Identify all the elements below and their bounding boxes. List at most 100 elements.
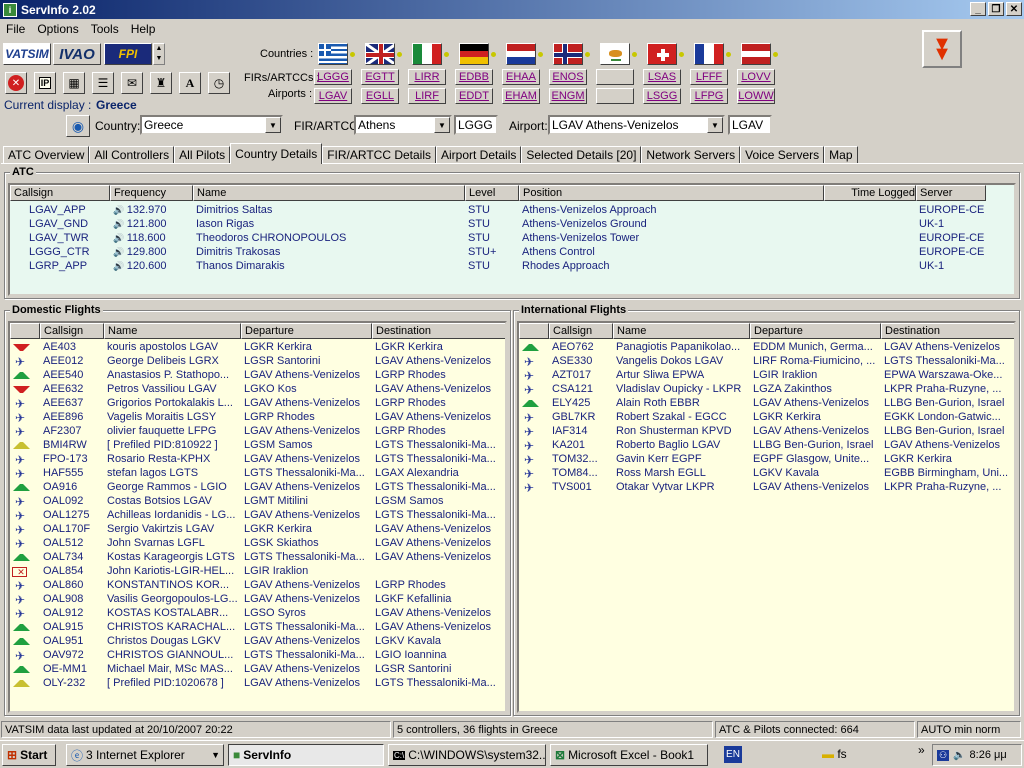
tab-all-controllers[interactable]: All Controllers (89, 146, 175, 164)
table-row[interactable]: ✈ OAL912 KOSTAS KOSTALABR... LGSO Syros LGAV… (10, 607, 505, 621)
speaker-icon[interactable]: 🔊 (113, 247, 127, 257)
start-button[interactable]: ⊞ Start (2, 744, 56, 766)
table-row[interactable]: ✕ OAL854 John Kariotis-LGIR-HEL... LGIR Ira… (10, 565, 505, 579)
table-row[interactable]: OE-MM1 Michael Mair, MSc MAS... LGAV Athen… (10, 663, 505, 677)
tab-fir-artcc-details[interactable]: FIR/ARTCC Details (322, 146, 436, 164)
atc-tower-icon[interactable]: ♜ (150, 72, 172, 94)
table-row[interactable]: OAL951 Christos Dougas LGKV LGAV Athens-Ve… (10, 635, 505, 649)
table-row[interactable]: ✈ AEE896 Vagelis Moraitis LGSY LGRP Rhodes L… (10, 411, 505, 425)
taskbar-servinfo[interactable]: ■ ServInfo (228, 744, 384, 766)
column-header[interactable] (10, 323, 40, 339)
column-header[interactable]: Server (916, 185, 986, 201)
menu-options[interactable]: Options (31, 22, 84, 36)
taskbar-folder[interactable]: ▬ fs (822, 747, 847, 761)
ip-icon[interactable]: IP (34, 72, 56, 94)
table-row[interactable]: LGGG_CTR 🔊 129.800 Dimitris Trakosas STU+ At… (10, 246, 986, 260)
table-row[interactable]: AEO762 Panagiotis Papanikolao... EDDM Muni… (519, 341, 1014, 355)
speaker-icon[interactable]: 🔊 (113, 205, 127, 215)
grid-icon[interactable]: ▦ (63, 72, 85, 94)
column-header[interactable]: Destination (372, 323, 505, 339)
country-select[interactable]: Greece ▼ (140, 115, 283, 135)
fir-button[interactable]: ENOS (549, 69, 587, 85)
airport-button[interactable]: LGAV (314, 88, 352, 104)
font-icon[interactable]: A (179, 72, 201, 94)
column-header[interactable]: Time Logged (824, 185, 916, 201)
table-row[interactable]: ✈ OAL170F Sergio Vakirtzis LGAV LGKR Kerkir… (10, 523, 505, 537)
table-row[interactable]: LGAV_TWR 🔊 118.600 Theodoros CHRONOPOULOS S… (10, 232, 986, 246)
table-row[interactable]: OA916 George Rammos - LGIO LGAV Athens-Ven… (10, 481, 505, 495)
table-row[interactable]: AE403 kouris apostolos LGAV LGKR Kerkira LG… (10, 341, 505, 355)
fir-button[interactable]: LGGG (314, 69, 352, 85)
table-row[interactable]: BMI4RW [ Prefiled PID:810922 ] LGSM Samos L… (10, 439, 505, 453)
column-header[interactable]: Frequency (110, 185, 193, 201)
speaker-icon[interactable]: 🔊 (113, 233, 127, 243)
speaker-icon[interactable]: 🔊 (113, 261, 127, 271)
table-row[interactable]: ✈ HAF555 stefan lagos LGTS LGTS Thessalonik… (10, 467, 505, 481)
fir-button[interactable]: LFFF (690, 69, 728, 85)
ivao-button[interactable]: IVAO (53, 43, 101, 65)
table-row[interactable]: OAL915 CHRISTOS KARACHAL... LGTS Thessalon… (10, 621, 505, 635)
column-header[interactable]: Callsign (10, 185, 110, 201)
table-row[interactable]: ELY425 Alain Roth EBBR LGAV Athens-Venizel… (519, 397, 1014, 411)
flag-france[interactable] (694, 43, 724, 65)
column-header[interactable]: Level (465, 185, 519, 201)
flag-cyprus[interactable] (600, 43, 630, 65)
clock-icon[interactable]: ◷ (208, 72, 230, 94)
table-row[interactable]: ✈ AEE012 George Delibeis LGRX LGSR Santorin… (10, 355, 505, 369)
table-row[interactable]: ✈ OAV972 CHRISTOS GIANNOUL... LGTS Thessalo… (10, 649, 505, 663)
close-button[interactable]: ✕ (1006, 2, 1022, 16)
menu-file[interactable]: File (0, 22, 31, 36)
refresh-globe-icon[interactable]: ◉ (66, 115, 90, 137)
stop-icon[interactable]: ✕ (5, 72, 27, 94)
airport-button[interactable]: EGLL (361, 88, 399, 104)
table-row[interactable]: ✈ CSA121 Vladislav Oupicky - LKPR LGZA Zaki… (519, 383, 1014, 397)
table-row[interactable]: ✈ IAF314 Ron Shusterman KPVD LGAV Athens-Ve… (519, 425, 1014, 439)
airport-button[interactable]: LFPG (690, 88, 728, 104)
table-row[interactable]: LGAV_GND 🔊 121.800 Iason Rigas STU Athens-Ve… (10, 218, 986, 232)
fir-button[interactable]: EDBB (455, 69, 493, 85)
fir-button[interactable]: LIRR (408, 69, 446, 85)
tray-app-icon[interactable]: ⚇ (937, 749, 950, 761)
table-row[interactable]: ✈ OAL092 Costas Botsios LGAV LGMT Mitilini L… (10, 495, 505, 509)
airport-button[interactable]: LOWW (737, 88, 775, 104)
vatsim-button[interactable]: VATSIM (3, 43, 51, 65)
network-spinner[interactable]: ▲ ▼ (153, 43, 165, 65)
fpi-button[interactable]: FPI (104, 43, 152, 65)
column-header[interactable] (519, 323, 549, 339)
airport-button[interactable]: EHAM (502, 88, 540, 104)
airport-button[interactable]: LSGG (643, 88, 681, 104)
fir-button[interactable] (596, 69, 634, 85)
flag-netherlands[interactable] (506, 43, 536, 65)
table-row[interactable]: AEE632 Petros Vassiliou LGAV LGKO Kos LGAV … (10, 383, 505, 397)
column-header[interactable]: Name (613, 323, 750, 339)
column-header[interactable]: Name (193, 185, 465, 201)
maximize-button[interactable]: ❐ (988, 2, 1004, 16)
taskbar-excel[interactable]: ⊠ Microsoft Excel - Book1 (550, 744, 708, 766)
table-row[interactable]: LGAV_APP 🔊 132.970 Dimitrios Saltas STU Athe… (10, 204, 986, 218)
fir-button[interactable]: LSAS (643, 69, 681, 85)
flag-uk[interactable] (365, 43, 395, 65)
alert-button[interactable]: ▼ ▼ (922, 30, 962, 68)
flag-germany[interactable] (459, 43, 489, 65)
table-row[interactable]: LGRP_APP 🔊 120.600 Thanos Dimarakis STU Rhod… (10, 260, 986, 274)
tab-airport-details[interactable]: Airport Details (436, 146, 522, 164)
fir-button[interactable]: EGTT (361, 69, 399, 85)
tab-map[interactable]: Map (824, 146, 858, 164)
menu-help[interactable]: Help (125, 22, 162, 36)
language-indicator[interactable]: EN (724, 746, 742, 763)
tab-atc-overview[interactable]: ATC Overview (3, 146, 90, 164)
speaker-icon[interactable]: 🔈 (953, 750, 965, 761)
column-header[interactable]: Name (104, 323, 241, 339)
table-row[interactable]: ✈ AZT017 Artur Sliwa EPWA LGIR Iraklion EPWA… (519, 369, 1014, 383)
table-row[interactable]: ✈ OAL860 KONSTANTINOS KOR... LGAV Athens-Ve… (10, 579, 505, 593)
airport-button[interactable]: LIRF (408, 88, 446, 104)
table-row[interactable]: AEE540 Anastasios P. Stathopo... LGAV Athe… (10, 369, 505, 383)
table-row[interactable]: ✈ TVS001 Otakar Vytvar LKPR LGAV Athens-Ven… (519, 481, 1014, 495)
airport-button[interactable]: EDDT (455, 88, 493, 104)
table-row[interactable]: ✈ FPO-173 Rosario Resta-KPHX LGAV Athens-Ve… (10, 453, 505, 467)
table-row[interactable]: ✈ AEE637 Grigorios Portokalakis L... LGAV A… (10, 397, 505, 411)
table-row[interactable]: ✈ TOM32... Gavin Kerr EGPF EGPF Glasgow, Un… (519, 453, 1014, 467)
table-row[interactable]: ✈ OAL1275 Achilleas Iordanidis - LG... LGAV… (10, 509, 505, 523)
table-row[interactable]: OAL734 Kostas Karageorgis LGTS LGTS Thessa… (10, 551, 505, 565)
flag-austria[interactable] (741, 43, 771, 65)
